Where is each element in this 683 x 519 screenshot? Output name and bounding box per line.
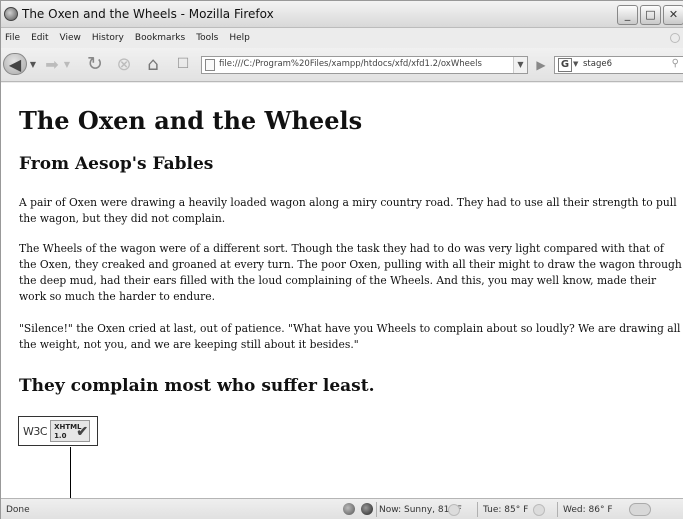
stop-button[interactable]: ⊗: [113, 53, 135, 75]
status-bar: Done Now: Sunny, 81° F Tue: 85° F Wed: 8…: [1, 498, 683, 519]
title-bar: The Oxen and the Wheels - Mozilla Firefo…: [1, 1, 683, 28]
go-arrow-icon: ▶: [536, 58, 546, 72]
page-icon: [205, 59, 215, 71]
bookmark-icon: ☐: [176, 56, 190, 72]
menu-file[interactable]: File: [1, 30, 27, 48]
menu-help[interactable]: Help: [225, 30, 257, 48]
forward-arrow-icon: ➡: [45, 54, 59, 74]
cloudy-weather-icon: [629, 503, 651, 516]
w3c-logo: W3C: [23, 424, 48, 438]
menu-history[interactable]: History: [88, 30, 131, 48]
go-button[interactable]: ▶: [532, 56, 550, 74]
page-content: The Oxen and the Wheels From Aesop's Fab…: [1, 83, 683, 498]
paragraph-3: "Silence!" the Oxen cried at last, out o…: [19, 322, 681, 351]
security-status-icon: [343, 503, 355, 515]
window-controls: _ □ ✕: [617, 5, 683, 25]
sunny-weather-icon: [448, 504, 460, 516]
forward-button[interactable]: ➡: [42, 53, 62, 75]
status-text: Done: [6, 505, 30, 515]
browser-window: The Oxen and the Wheels - Mozilla Firefo…: [0, 0, 683, 519]
activity-throbber-icon: [670, 33, 680, 43]
menu-tools[interactable]: Tools: [192, 30, 225, 48]
reload-icon: ↻: [87, 53, 103, 75]
menu-bookmarks[interactable]: Bookmarks: [131, 30, 192, 48]
search-bar[interactable]: G ▼ stage6 ⚲: [554, 56, 683, 74]
back-button[interactable]: ◀: [3, 53, 27, 75]
xhtml-version: 1.0: [54, 432, 67, 440]
page-heading: The Oxen and the Wheels: [19, 106, 363, 135]
search-engine-dropdown[interactable]: ▼: [573, 60, 578, 68]
stop-icon: ⊗: [116, 53, 132, 75]
reload-button[interactable]: ↻: [83, 53, 107, 75]
menu-edit[interactable]: Edit: [27, 30, 55, 48]
page-subheading: From Aesop's Fables: [19, 154, 214, 174]
search-icon[interactable]: ⚲: [672, 58, 679, 69]
xhtml-label: XHTML 1.0 ✔: [50, 420, 91, 442]
paragraph-2: The Wheels of the wagon were of a differ…: [19, 242, 682, 303]
menu-bar: File Edit View History Bookmarks Tools H…: [1, 30, 683, 48]
status-separator: [477, 502, 478, 517]
sunny-weather-icon: [533, 504, 545, 516]
search-input[interactable]: stage6: [583, 59, 612, 69]
close-button[interactable]: ✕: [663, 5, 683, 25]
address-history-dropdown[interactable]: ▼: [513, 57, 527, 73]
navigation-toolbar: ◀ ▼ ➡ ▼ ↻ ⊗ ⌂ ☐ file:///C:/Program%20Fil…: [1, 48, 683, 82]
search-engine-icon[interactable]: G: [558, 58, 572, 72]
back-arrow-icon: ◀: [8, 54, 22, 74]
status-separator: [376, 502, 377, 517]
address-url[interactable]: file:///C:/Program%20Files/xampp/htdocs/…: [219, 59, 503, 69]
moral-heading: They complain most who suffer least.: [19, 376, 375, 396]
minimize-button[interactable]: _: [617, 5, 638, 25]
back-history-dropdown[interactable]: ▼: [28, 53, 38, 75]
home-icon: ⌂: [147, 53, 159, 75]
window-title: The Oxen and the Wheels - Mozilla Firefo…: [22, 7, 274, 21]
home-button[interactable]: ⌂: [141, 53, 165, 75]
weather-tuesday[interactable]: Tue: 85° F: [483, 505, 528, 515]
addon-status-icon: [361, 503, 373, 515]
address-bar[interactable]: file:///C:/Program%20Files/xampp/htdocs/…: [201, 56, 528, 74]
forward-history-dropdown[interactable]: ▼: [62, 53, 72, 75]
firefox-icon: [4, 7, 18, 21]
w3c-xhtml-validation-badge[interactable]: W3C XHTML 1.0 ✔: [18, 416, 98, 446]
bookmark-page-button[interactable]: ☐: [173, 53, 193, 75]
menu-view[interactable]: View: [56, 30, 88, 48]
checkmark-icon: ✔: [76, 424, 89, 440]
paragraph-1: A pair of Oxen were drawing a heavily lo…: [19, 196, 677, 225]
maximize-button[interactable]: □: [640, 5, 661, 25]
status-separator: [557, 502, 558, 517]
weather-wednesday[interactable]: Wed: 86° F: [563, 505, 613, 515]
